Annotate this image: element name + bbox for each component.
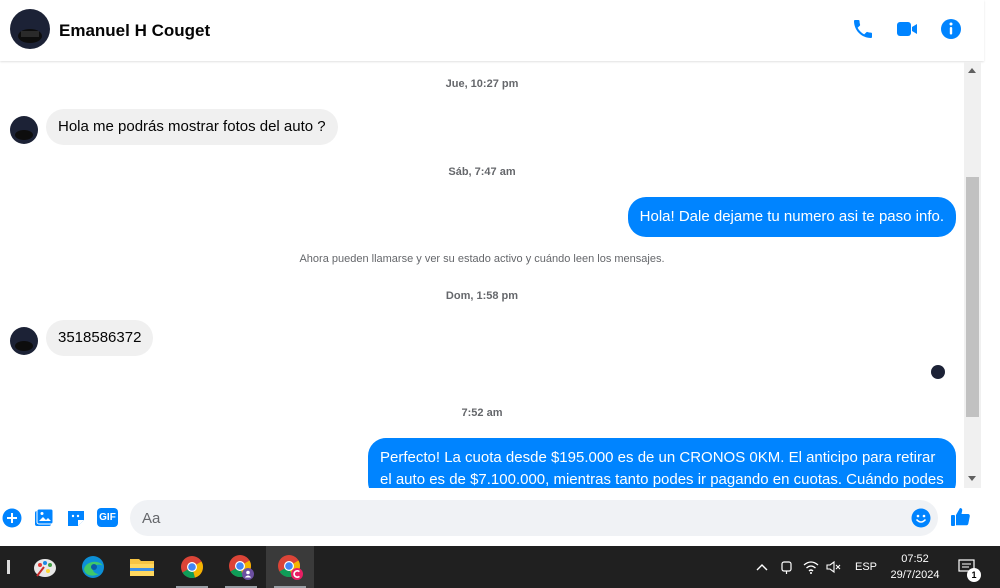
scroll-down-arrow[interactable] <box>968 476 976 481</box>
emoji-icon[interactable] <box>911 508 931 533</box>
contact-avatar-small <box>10 327 38 355</box>
chrome-profile-icon[interactable] <box>217 546 265 588</box>
video-camera-icon[interactable] <box>895 17 919 41</box>
timestamp: 7:52 am <box>461 407 503 419</box>
timestamp: Dom, 1:58 pm <box>445 290 519 302</box>
scroll-thumb[interactable] <box>966 177 979 417</box>
volume-muted-icon[interactable] <box>826 546 842 588</box>
plus-icon[interactable] <box>2 508 22 533</box>
system-notice: Ahora pueden llamarse y ver su estado ac… <box>299 253 665 265</box>
incoming-message[interactable]: 3518586372 <box>46 320 154 356</box>
message-composer: GIF <box>0 488 984 546</box>
paint-icon[interactable] <box>21 546 69 588</box>
clock-time: 07:52 <box>901 553 929 565</box>
meet-now-icon[interactable] <box>780 546 794 588</box>
file-explorer-icon[interactable] <box>118 546 166 588</box>
chrome-profile-c-icon[interactable] <box>266 546 314 588</box>
show-hidden-icons-chevron-icon[interactable] <box>755 546 769 588</box>
outgoing-message[interactable]: Hola! Dale dejame tu numero asi te paso … <box>627 197 956 237</box>
gif-icon[interactable]: GIF <box>97 508 118 527</box>
windows-taskbar: ESP 07:52 29/7/2024 1 <box>0 546 1000 588</box>
contact-name[interactable]: Emanuel H Couget <box>59 21 210 41</box>
info-icon[interactable] <box>939 17 963 41</box>
thumbs-up-icon[interactable] <box>950 506 972 533</box>
timestamp: Jue, 10:27 pm <box>445 78 519 90</box>
sticker-icon[interactable] <box>66 508 86 533</box>
photo-icon[interactable] <box>34 508 54 533</box>
input-language[interactable]: ESP <box>855 546 877 588</box>
clock-date: 29/7/2024 <box>890 569 940 581</box>
message-input[interactable] <box>130 500 938 536</box>
wifi-icon[interactable] <box>803 546 819 588</box>
notification-count-badge: 1 <box>967 568 981 582</box>
system-clock[interactable]: 07:52 29/7/2024 <box>880 551 950 583</box>
contact-avatar-small <box>10 116 38 144</box>
outgoing-message[interactable]: Perfecto! La cuota desde $195.000 es de … <box>368 438 956 488</box>
scroll-up-arrow[interactable] <box>968 68 976 73</box>
chrome-icon[interactable] <box>168 546 216 588</box>
timestamp: Sáb, 7:47 am <box>448 166 516 178</box>
seen-avatar <box>931 365 945 379</box>
chat-header: Emanuel H Couget <box>0 0 984 61</box>
phone-icon[interactable] <box>851 17 875 41</box>
edge-icon[interactable] <box>69 546 117 588</box>
contact-avatar[interactable] <box>10 9 50 49</box>
chat-scrollbar[interactable] <box>964 62 981 488</box>
message-list: Jue, 10:27 pm Hola me podrás mostrar fot… <box>0 62 964 488</box>
incoming-message[interactable]: Hola me podrás mostrar fotos del auto ? <box>46 109 338 145</box>
